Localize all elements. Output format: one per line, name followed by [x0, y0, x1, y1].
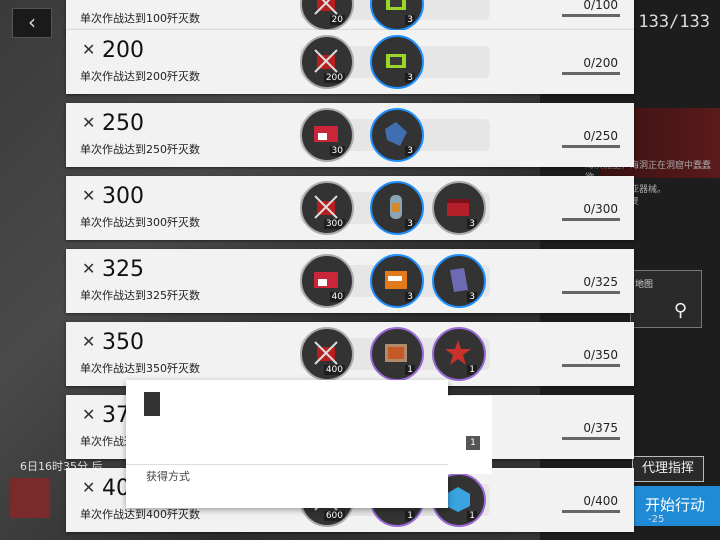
reward-item-crate[interactable]: 300 — [300, 181, 354, 235]
quantity-badge: 1 — [466, 436, 480, 450]
row-description: 单次作战达到200歼灭数 — [80, 70, 200, 83]
reward-item-box[interactable]: 3 — [432, 181, 486, 235]
sanity-cost: -25 — [648, 514, 665, 525]
progress-text: 0/250 — [583, 129, 618, 143]
kill-icon: ✕ — [82, 405, 96, 424]
progress-bar — [562, 510, 620, 513]
reward-item-crate[interactable]: 400 — [300, 327, 354, 381]
reward-quantity: 20 — [329, 15, 345, 25]
avatar — [10, 478, 50, 518]
kill-count: 200 — [102, 38, 144, 63]
kill-icon: ✕ — [82, 259, 96, 278]
progress: 0/100 — [562, 0, 628, 20]
progress-bar — [562, 364, 620, 367]
progress-text: 0/400 — [583, 494, 618, 508]
item-tooltip: 1 获得方式 — [126, 380, 492, 508]
reward-item-pack[interactable]: 3 — [370, 254, 424, 308]
item-icon — [144, 392, 160, 416]
progress-text: 0/300 — [583, 202, 618, 216]
reward-quantity: 600 — [323, 511, 345, 521]
progress: 0/200 — [562, 56, 628, 78]
progress: 0/300 — [562, 202, 628, 224]
reward-row: ✕ 350 单次作战达到350歼灭数 0/350 400 1 1 — [66, 322, 634, 386]
reward-row: ✕ 200 单次作战达到200歼灭数 0/200 200 3 — [66, 30, 634, 94]
reward-item-chip[interactable]: 3 — [370, 0, 424, 31]
reward-quantity: 300 — [323, 219, 345, 229]
reward-item-capsule[interactable]: 3 — [370, 181, 424, 235]
row-description: 单次作战达到400歼灭数 — [80, 508, 200, 521]
kill-icon: ✕ — [82, 113, 96, 132]
reward-item-card[interactable]: 40 — [300, 254, 354, 308]
progress: 0/250 — [562, 129, 628, 151]
progress-text: 0/100 — [583, 0, 618, 12]
reward-quantity: 3 — [467, 292, 477, 302]
reward-row: ✕ 325 单次作战达到325歼灭数 0/325 40 3 3 — [66, 249, 634, 313]
progress: 0/350 — [562, 348, 628, 370]
row-description: 单次作战达到300歼灭数 — [80, 216, 200, 229]
reward-quantity: 1 — [467, 365, 477, 375]
progress: 0/325 — [562, 275, 628, 297]
row-description: 单次作战达到325歼灭数 — [80, 289, 200, 302]
progress-bar — [562, 291, 620, 294]
proxy-command-button[interactable]: 代理指挥 — [632, 456, 704, 482]
reward-quantity: 3 — [405, 15, 415, 25]
reward-quantity: 40 — [329, 292, 345, 302]
tooltip-extension — [448, 396, 492, 474]
reward-item-star[interactable]: 1 — [432, 327, 486, 381]
row-description: 单次作战达到100歼灭数 — [80, 12, 200, 25]
progress: 0/400 — [562, 494, 628, 516]
reward-quantity: 3 — [405, 73, 415, 83]
reward-item-crystal[interactable]: 3 — [370, 108, 424, 162]
reward-quantity: 3 — [467, 219, 477, 229]
reward-quantity: 3 — [405, 219, 415, 229]
sanity-counter: 133/133 — [638, 12, 710, 32]
progress-text: 0/350 — [583, 348, 618, 362]
reward-item-chip[interactable]: 3 — [370, 35, 424, 89]
reward-quantity: 1 — [405, 365, 415, 375]
reward-quantity: 200 — [323, 73, 345, 83]
reward-quantity: 30 — [329, 146, 345, 156]
progress: 0/375 — [562, 421, 628, 443]
reward-item-crate[interactable]: 20 — [300, 0, 354, 31]
reward-row: ✕ 300 单次作战达到300歼灭数 0/300 300 3 3 — [66, 176, 634, 240]
reward-item-card[interactable]: 30 — [300, 108, 354, 162]
map-label: 地图 — [635, 280, 654, 290]
reward-item-device[interactable]: 1 — [370, 327, 424, 381]
reward-item-prism[interactable]: 3 — [432, 254, 486, 308]
kill-count: 250 — [102, 111, 144, 136]
back-button[interactable]: ‹ — [12, 8, 52, 38]
kill-icon: ✕ — [82, 332, 96, 351]
reward-quantity: 3 — [405, 292, 415, 302]
kill-count: 350 — [102, 330, 144, 355]
divider — [126, 464, 448, 465]
acquire-method-label[interactable]: 获得方式 — [146, 468, 190, 484]
row-description: 单次作战达到350歼灭数 — [80, 362, 200, 375]
progress-bar — [562, 72, 620, 75]
reward-quantity: 3 — [405, 146, 415, 156]
row-description: 单次作战达到250歼灭数 — [80, 143, 200, 156]
progress-bar — [562, 437, 620, 440]
kill-count: 300 — [102, 184, 144, 209]
progress-text: 0/325 — [583, 275, 618, 289]
reward-quantity: 1 — [405, 511, 415, 521]
map-button[interactable]: 地图 ⚲ — [630, 270, 702, 328]
reward-quantity: 1 — [467, 511, 477, 521]
kill-icon: ✕ — [82, 40, 96, 59]
reward-row: ✕ 250 单次作战达到250歼灭数 0/250 30 3 — [66, 103, 634, 167]
progress-bar — [562, 218, 620, 221]
kill-icon: ✕ — [82, 186, 96, 205]
reward-item-crate[interactable]: 200 — [300, 35, 354, 89]
reward-quantity: 400 — [323, 365, 345, 375]
search-icon: ⚲ — [673, 300, 687, 321]
kill-icon: ✕ — [82, 0, 95, 1]
kill-icon: ✕ — [82, 478, 96, 497]
start-action-button[interactable]: 开始行动 — [630, 486, 720, 526]
kill-count: 325 — [102, 257, 144, 282]
progress-text: 0/200 — [583, 56, 618, 70]
progress-text: 0/375 — [583, 421, 618, 435]
kill-count: 100 — [102, 0, 144, 5]
progress-bar — [562, 145, 620, 148]
progress-bar — [562, 14, 620, 17]
